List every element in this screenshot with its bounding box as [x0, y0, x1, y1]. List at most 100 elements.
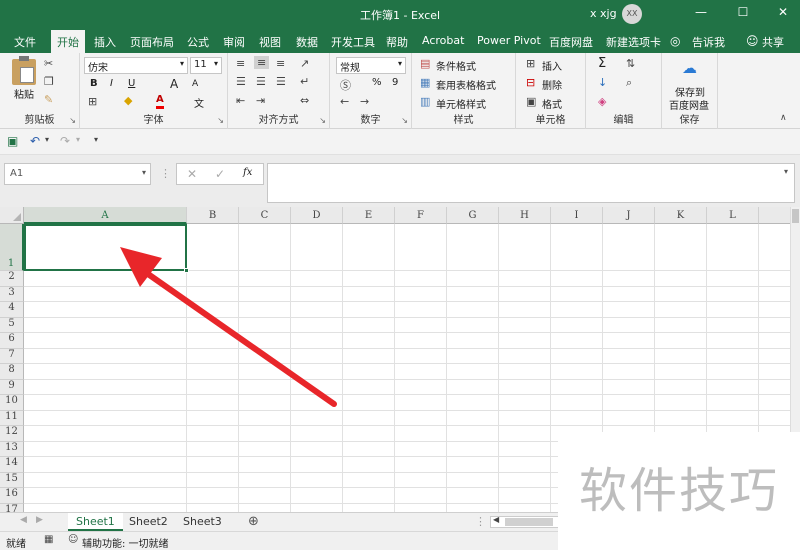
find-select-icon[interactable]: ⌕	[626, 76, 632, 90]
bold-button[interactable]: B	[90, 78, 98, 89]
delete-cells-icon[interactable]: ⊟	[526, 76, 535, 89]
tab-acrobat[interactable]: Acrobat	[422, 34, 464, 47]
format-cells-button[interactable]: 格式	[542, 96, 562, 111]
undo-dropdown-icon[interactable]: ▾	[45, 135, 49, 144]
merge-center-icon[interactable]: ⇔	[300, 94, 309, 107]
tab-power-pivot[interactable]: Power Pivot	[477, 34, 541, 47]
increase-decimal-icon[interactable]: ←	[340, 95, 349, 108]
format-as-table-button[interactable]: 套用表格格式	[436, 77, 496, 92]
font-size-select[interactable]: 11 ▾	[190, 57, 222, 74]
accessibility-status[interactable]: 辅助功能: 一切就绪	[82, 535, 169, 550]
copy-icon[interactable]: ❐	[44, 75, 54, 88]
redo-icon[interactable]: ↷	[60, 134, 70, 148]
insert-function-button[interactable]: fx	[243, 167, 252, 178]
column-header[interactable]: G	[447, 207, 499, 224]
macro-record-icon[interactable]: ▦	[44, 534, 53, 545]
alignment-launcher-icon[interactable]: ↘	[319, 116, 326, 125]
clear-icon[interactable]: ◈	[598, 95, 606, 108]
row-header[interactable]: 4	[0, 302, 24, 318]
horizontal-scroll-thumb[interactable]	[505, 518, 553, 526]
prev-sheet-icon[interactable]: ◀	[20, 515, 27, 525]
underline-button[interactable]: U	[128, 78, 135, 89]
tab-page-layout[interactable]: 页面布局	[130, 34, 174, 50]
shrink-font-button[interactable]: A	[192, 79, 198, 89]
fill-handle[interactable]	[184, 268, 189, 273]
number-format-select[interactable]: 常规 ▾	[336, 57, 406, 74]
tab-formulas[interactable]: 公式	[187, 34, 209, 50]
column-header[interactable]: F	[395, 207, 447, 224]
column-header[interactable]: C	[239, 207, 291, 224]
row-header[interactable]: 13	[0, 441, 24, 457]
customize-qat-icon[interactable]: ▾	[94, 135, 98, 144]
next-sheet-icon[interactable]: ▶	[36, 515, 43, 525]
comma-button[interactable]: 9	[392, 77, 398, 88]
format-painter-icon[interactable]: ✎	[44, 93, 53, 106]
column-header[interactable]: E	[343, 207, 395, 224]
tab-insert[interactable]: 插入	[94, 34, 116, 50]
column-header[interactable]: A	[24, 207, 187, 224]
column-header[interactable]: H	[499, 207, 551, 224]
grow-font-button[interactable]: A	[170, 77, 178, 91]
row-header[interactable]: 9	[0, 379, 24, 395]
sort-filter-icon[interactable]: ⇅	[626, 57, 635, 70]
name-box[interactable]: A1 ▾	[4, 163, 151, 185]
decrease-decimal-icon[interactable]: →	[360, 95, 369, 108]
minimize-button[interactable]: —	[690, 5, 712, 19]
clipboard-launcher-icon[interactable]: ↘	[69, 116, 76, 125]
font-name-select[interactable]: 仿宋 ▾	[84, 57, 188, 74]
wrap-text-icon[interactable]: ↵	[300, 75, 309, 88]
align-left-icon[interactable]: ☰	[236, 75, 246, 88]
avatar[interactable]: XX	[622, 4, 642, 24]
enter-button[interactable]: ✓	[215, 167, 225, 181]
tab-split-icon[interactable]: ⋮	[475, 515, 486, 528]
active-cell-a1[interactable]	[24, 224, 189, 273]
decrease-indent-icon[interactable]: ⇤	[236, 94, 245, 107]
fill-color-icon[interactable]: ◆	[124, 94, 132, 107]
column-header[interactable]: D	[291, 207, 343, 224]
undo-icon[interactable]: ↶	[30, 134, 40, 148]
tab-home[interactable]: 开始	[51, 30, 85, 53]
user-name[interactable]: x xjg	[590, 7, 617, 20]
align-right-icon[interactable]: ☰	[276, 75, 286, 88]
paste-label[interactable]: 粘贴	[14, 86, 34, 101]
row-header[interactable]: 6	[0, 333, 24, 349]
tab-file[interactable]: 文件	[14, 34, 36, 50]
horizontal-scrollbar[interactable]: ◀	[490, 515, 560, 528]
paste-icon[interactable]	[12, 56, 36, 85]
orientation-icon[interactable]: ↗	[300, 57, 309, 70]
restore-button[interactable]: ☐	[732, 5, 754, 19]
tab-review[interactable]: 审阅	[223, 34, 245, 50]
row-header[interactable]: 10	[0, 395, 24, 411]
formula-input[interactable]: ▾	[267, 163, 795, 203]
tab-new[interactable]: 新建选项卡	[606, 34, 661, 50]
tab-data[interactable]: 数据	[296, 34, 318, 50]
align-center-icon[interactable]: ☰	[256, 75, 266, 88]
close-button[interactable]: ✕	[772, 5, 794, 19]
column-header[interactable]: K	[655, 207, 707, 224]
cut-icon[interactable]: ✂	[44, 57, 53, 70]
lightbulb-icon[interactable]: ◎	[670, 34, 680, 48]
column-header[interactable]: B	[187, 207, 239, 224]
format-table-icon[interactable]: ▦	[420, 76, 430, 89]
align-middle-icon[interactable]: ≡	[254, 56, 270, 69]
sheet-tab[interactable]: Sheet1	[68, 513, 123, 531]
share-button[interactable]: 共享	[762, 34, 784, 50]
tab-baidu-netdisk[interactable]: 百度网盘	[549, 34, 593, 50]
number-launcher-icon[interactable]: ↘	[401, 116, 408, 125]
select-all-corner[interactable]	[0, 207, 24, 224]
insert-cells-icon[interactable]: ⊞	[526, 57, 535, 70]
row-header[interactable]: 3	[0, 286, 24, 302]
sheet-tab[interactable]: Sheet2	[121, 513, 176, 531]
conditional-format-button[interactable]: 条件格式	[436, 58, 476, 73]
collapse-ribbon-icon[interactable]: ∧	[780, 113, 787, 123]
person-icon[interactable]: ☺	[746, 34, 759, 48]
autosum-button[interactable]: Σ	[598, 56, 606, 71]
row-header[interactable]: 5	[0, 317, 24, 333]
format-cells-icon[interactable]: ▣	[526, 95, 536, 108]
cell-styles-button[interactable]: 单元格样式	[436, 96, 486, 111]
align-top-icon[interactable]: ≡	[236, 57, 245, 70]
row-header[interactable]: 15	[0, 472, 24, 488]
font-color-button[interactable]: A	[156, 94, 164, 109]
column-header[interactable]: I	[551, 207, 603, 224]
insert-cells-button[interactable]: 插入	[542, 58, 562, 73]
